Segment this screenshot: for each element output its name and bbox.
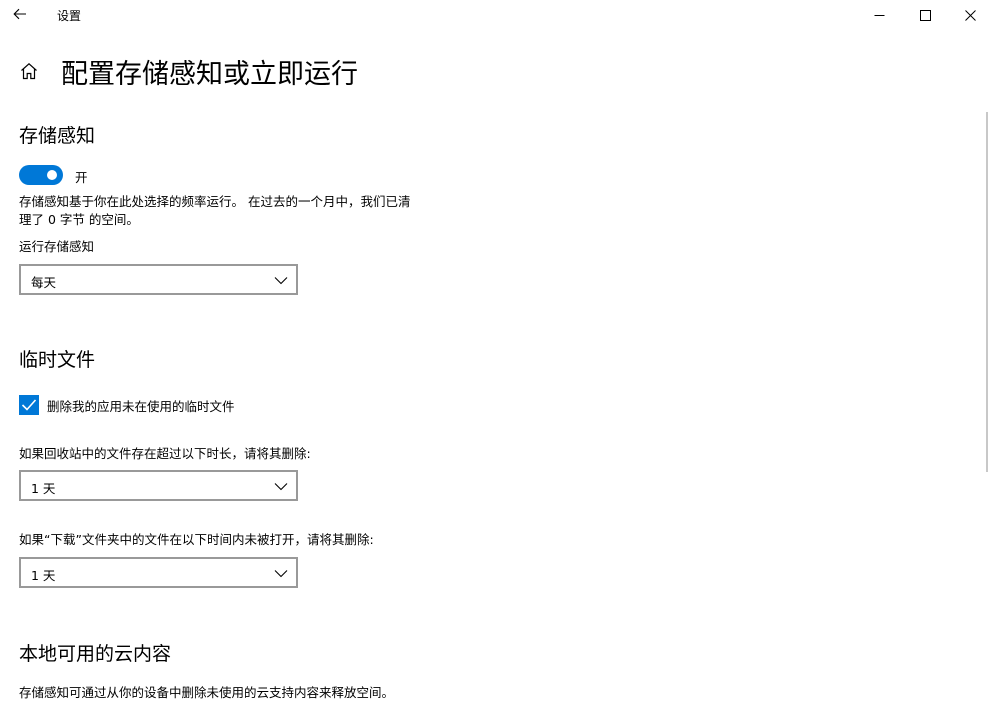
back-arrow-icon — [13, 8, 26, 20]
maximize-button[interactable] — [902, 0, 948, 30]
cloud-content-description: 存储感知可通过从你的设备中删除未使用的云支持内容来释放空间。 — [19, 685, 395, 700]
run-storage-sense-dropdown[interactable]: 每天 — [19, 264, 298, 295]
home-icon — [21, 62, 37, 80]
chevron-down-icon — [274, 483, 288, 491]
storage-sense-description-line1: 存储感知基于你在此处选择的频率运行。 在过去的一个月中，我们已清 — [19, 194, 411, 209]
delete-temp-files-label: 删除我的应用未在使用的临时文件 — [47, 399, 235, 414]
minimize-icon — [874, 14, 884, 16]
home-button[interactable] — [16, 58, 42, 84]
temp-files-heading: 临时文件 — [19, 349, 96, 371]
toggle-knob — [47, 170, 57, 180]
chevron-down-icon — [274, 277, 288, 285]
minimize-button[interactable] — [856, 0, 902, 30]
maximize-icon — [919, 9, 931, 21]
delete-temp-files-checkbox[interactable] — [19, 395, 39, 415]
run-storage-sense-label: 运行存储感知 — [19, 239, 95, 254]
close-icon — [964, 9, 976, 21]
app-title: 设置 — [57, 9, 82, 23]
close-button[interactable] — [947, 0, 990, 30]
storage-sense-description-line2: 理了 0 字节 的空间。 — [19, 212, 139, 227]
downloads-label: 如果“下载”文件夹中的文件在以下时间内未被打开，请将其删除: — [19, 532, 374, 547]
back-button[interactable] — [8, 3, 32, 25]
cloud-content-heading: 本地可用的云内容 — [19, 643, 172, 665]
toggle-state-label: 开 — [75, 170, 88, 185]
storage-sense-heading: 存储感知 — [19, 125, 96, 147]
scrollbar[interactable] — [986, 112, 988, 472]
recycle-bin-label: 如果回收站中的文件存在超过以下时长，请将其删除: — [19, 446, 311, 461]
recycle-bin-dropdown[interactable]: 1 天 — [19, 470, 298, 501]
dropdown-selected-value: 1 天 — [31, 568, 56, 583]
title-bar: 设置 — [0, 0, 990, 30]
page-title: 配置存储感知或立即运行 — [61, 59, 358, 90]
downloads-dropdown[interactable]: 1 天 — [19, 557, 298, 588]
storage-sense-toggle[interactable] — [19, 165, 63, 185]
dropdown-selected-value: 每天 — [31, 275, 57, 290]
checkmark-icon — [21, 399, 37, 411]
chevron-down-icon — [274, 570, 288, 578]
dropdown-selected-value: 1 天 — [31, 481, 56, 496]
